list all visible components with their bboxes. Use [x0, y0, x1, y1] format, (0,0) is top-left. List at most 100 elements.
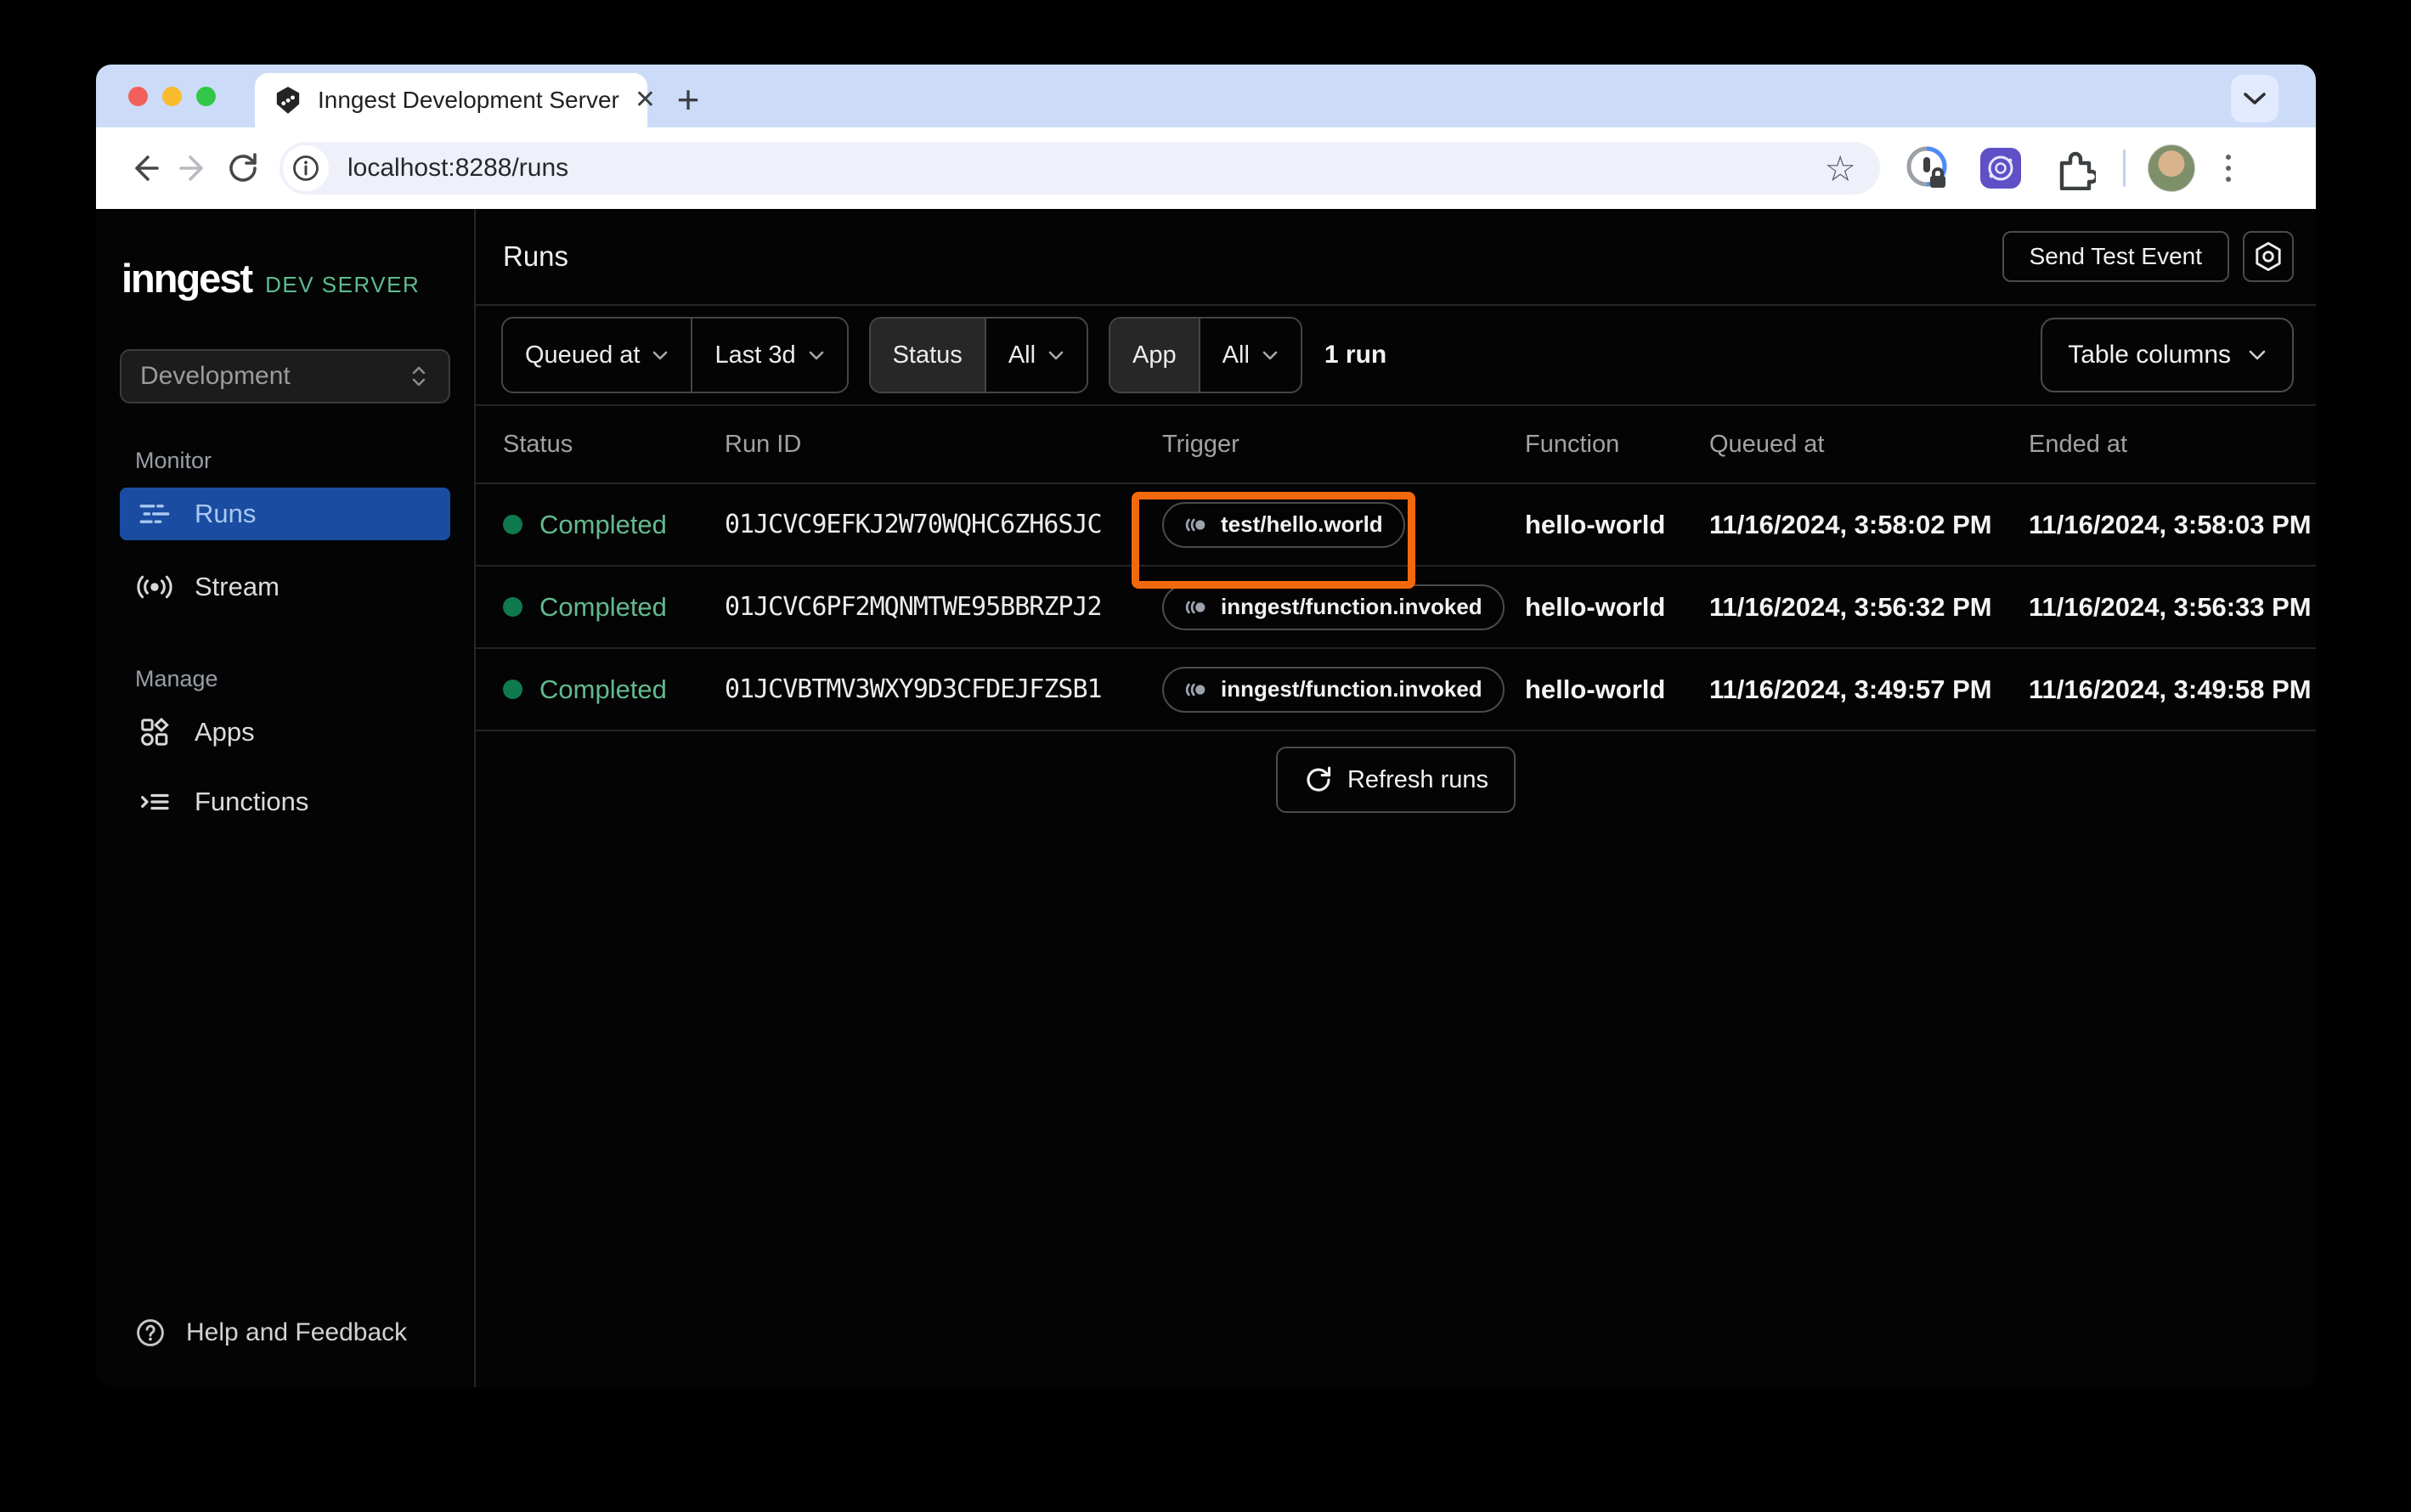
browser-window: Inngest Development Server ✕ + localhost… — [96, 65, 2316, 1387]
sidebar-item-label: Stream — [195, 572, 279, 601]
extensions-puzzle-icon[interactable] — [2048, 143, 2099, 194]
info-icon — [293, 155, 319, 181]
trigger-cell: inngest/function.invoked — [1162, 666, 1525, 713]
inngest-app: inngest DEV SERVER Development Monitor R… — [96, 209, 2316, 1387]
inngest-logo: inngest — [121, 256, 253, 301]
reload-button[interactable] — [218, 144, 268, 193]
table-columns-label: Table columns — [2068, 341, 2231, 369]
trigger-cell: inngest/function.invoked — [1162, 584, 1525, 630]
time-filter-group: Queued at Last 3d — [501, 317, 849, 393]
settings-button[interactable] — [2243, 231, 2294, 282]
chevron-down-icon — [809, 351, 823, 359]
status-label: Completed — [539, 674, 667, 704]
close-window-button[interactable] — [128, 87, 148, 106]
function-name[interactable]: hello-world — [1525, 592, 1709, 623]
event-trigger-icon — [1185, 601, 1206, 613]
bookmark-star-icon[interactable]: ☆ — [1824, 148, 1856, 189]
refresh-runs-label: Refresh runs — [1347, 765, 1488, 793]
tab-close-icon[interactable]: ✕ — [635, 87, 656, 113]
section-label-monitor: Monitor — [135, 448, 212, 473]
password-manager-extension-icon[interactable] — [1902, 143, 1953, 194]
status-cell: Completed — [503, 592, 725, 623]
trigger-badge[interactable]: inngest/function.invoked — [1162, 584, 1505, 630]
page-header: Runs Send Test Event — [476, 209, 2316, 306]
section-label-manage: Manage — [135, 666, 218, 691]
url-text[interactable]: localhost:8288/runs — [347, 154, 1824, 183]
gear-icon — [2256, 241, 2281, 272]
sidebar-item-apps[interactable]: Apps — [120, 706, 450, 759]
column-header-function: Function — [1525, 430, 1620, 458]
trigger-badge[interactable]: test/hello.world — [1162, 501, 1405, 548]
time-range-dropdown[interactable]: Last 3d — [691, 319, 846, 392]
trigger-cell: test/hello.world — [1132, 491, 1525, 589]
status-filter-value: All — [1008, 341, 1036, 369]
status-filter-label: Status — [870, 319, 985, 392]
status-filter-group: Status All — [868, 317, 1089, 393]
forward-arrow-icon — [179, 155, 203, 181]
toolbar-divider — [2123, 150, 2126, 187]
queued-at-value: 11/16/2024, 3:56:32 PM — [1709, 591, 1992, 622]
sidebar-item-runs[interactable]: Runs — [120, 488, 450, 540]
runs-icon — [137, 499, 172, 528]
send-test-event-button[interactable]: Send Test Event — [2002, 231, 2229, 282]
run-id[interactable]: 01JCVC6PF2MQNMTWE95BBRZPJ2 — [725, 592, 1162, 622]
function-name[interactable]: hello-world — [1525, 674, 1709, 705]
ended-at-value: 11/16/2024, 3:49:58 PM — [2029, 674, 2312, 704]
table-columns-button[interactable]: Table columns — [2041, 318, 2294, 392]
site-info-button[interactable] — [283, 145, 329, 191]
column-header-queued-at: Queued at — [1709, 430, 1825, 458]
table-row[interactable]: Completed 01JCVC9EFKJ2W70WQHC6ZH6SJC tes… — [476, 484, 2316, 589]
select-chevrons-icon — [412, 366, 426, 386]
sidebar-item-stream[interactable]: Stream — [120, 561, 450, 613]
status-cell: Completed — [503, 674, 725, 705]
app-filter-dropdown[interactable]: All — [1198, 319, 1301, 392]
status-dot-completed — [503, 597, 522, 617]
tab-title: Inngest Development Server — [318, 87, 619, 113]
time-field-dropdown[interactable]: Queued at — [503, 319, 691, 392]
browser-tab[interactable]: Inngest Development Server ✕ — [255, 73, 656, 127]
chevron-down-icon — [2244, 93, 2266, 104]
run-id[interactable]: 01JCVC9EFKJ2W70WQHC6ZH6SJC — [725, 510, 1162, 539]
queued-at-value: 11/16/2024, 3:58:02 PM — [1709, 509, 1992, 539]
column-header-status: Status — [503, 430, 573, 458]
refresh-runs-button[interactable]: Refresh runs — [1275, 747, 1516, 813]
tab-search-button[interactable] — [2231, 75, 2278, 122]
forward-button[interactable] — [169, 144, 218, 193]
back-arrow-icon — [135, 155, 159, 181]
app-filter-value: All — [1222, 341, 1250, 369]
run-id[interactable]: 01JCVBTMV3WXY9D3CFDEJFZSB1 — [725, 674, 1162, 704]
stream-icon — [137, 573, 172, 601]
run-count: 1 run — [1324, 341, 1387, 369]
table-header: Status Run ID Trigger Function Queued at… — [476, 406, 2316, 484]
table-row[interactable]: Completed 01JCVC6PF2MQNMTWE95BBRZPJ2 inn… — [476, 567, 2316, 649]
address-bar[interactable]: localhost:8288/runs ☆ — [279, 142, 1880, 195]
sidebar-item-functions[interactable]: Functions — [120, 776, 450, 828]
minimize-window-button[interactable] — [162, 87, 182, 106]
status-cell: Completed — [503, 510, 725, 540]
environment-select[interactable]: Development — [120, 349, 450, 403]
table-row[interactable]: Completed 01JCVBTMV3WXY9D3CFDEJFZSB1 inn… — [476, 649, 2316, 731]
trigger-label: inngest/function.invoked — [1221, 594, 1482, 619]
browser-menu-button[interactable] — [2221, 150, 2236, 187]
column-header-ended-at: Ended at — [2029, 430, 2128, 458]
time-range-value: Last 3d — [714, 341, 796, 369]
filter-bar: Queued at Last 3d Status All App All 1 r… — [476, 306, 2316, 406]
chevron-down-icon — [1262, 351, 1278, 359]
back-button[interactable] — [120, 144, 169, 193]
function-name[interactable]: hello-world — [1525, 510, 1709, 540]
help-and-feedback-label: Help and Feedback — [186, 1318, 408, 1346]
maximize-window-button[interactable] — [196, 87, 216, 106]
help-icon — [135, 1317, 166, 1348]
profile-avatar[interactable] — [2148, 144, 2195, 192]
environment-select-value: Development — [140, 362, 291, 390]
purple-extension-icon[interactable] — [1975, 143, 2026, 194]
column-header-run-id: Run ID — [725, 430, 802, 458]
status-filter-dropdown[interactable]: All — [984, 319, 1087, 392]
app-filter-group: App All — [1109, 317, 1302, 393]
new-tab-button[interactable]: + — [663, 75, 713, 124]
tab-strip: Inngest Development Server ✕ + — [96, 65, 2316, 127]
help-and-feedback-link[interactable]: Help and Feedback — [120, 1307, 450, 1358]
event-trigger-icon — [1185, 518, 1206, 531]
column-header-trigger: Trigger — [1162, 430, 1239, 458]
trigger-badge[interactable]: inngest/function.invoked — [1162, 666, 1505, 713]
